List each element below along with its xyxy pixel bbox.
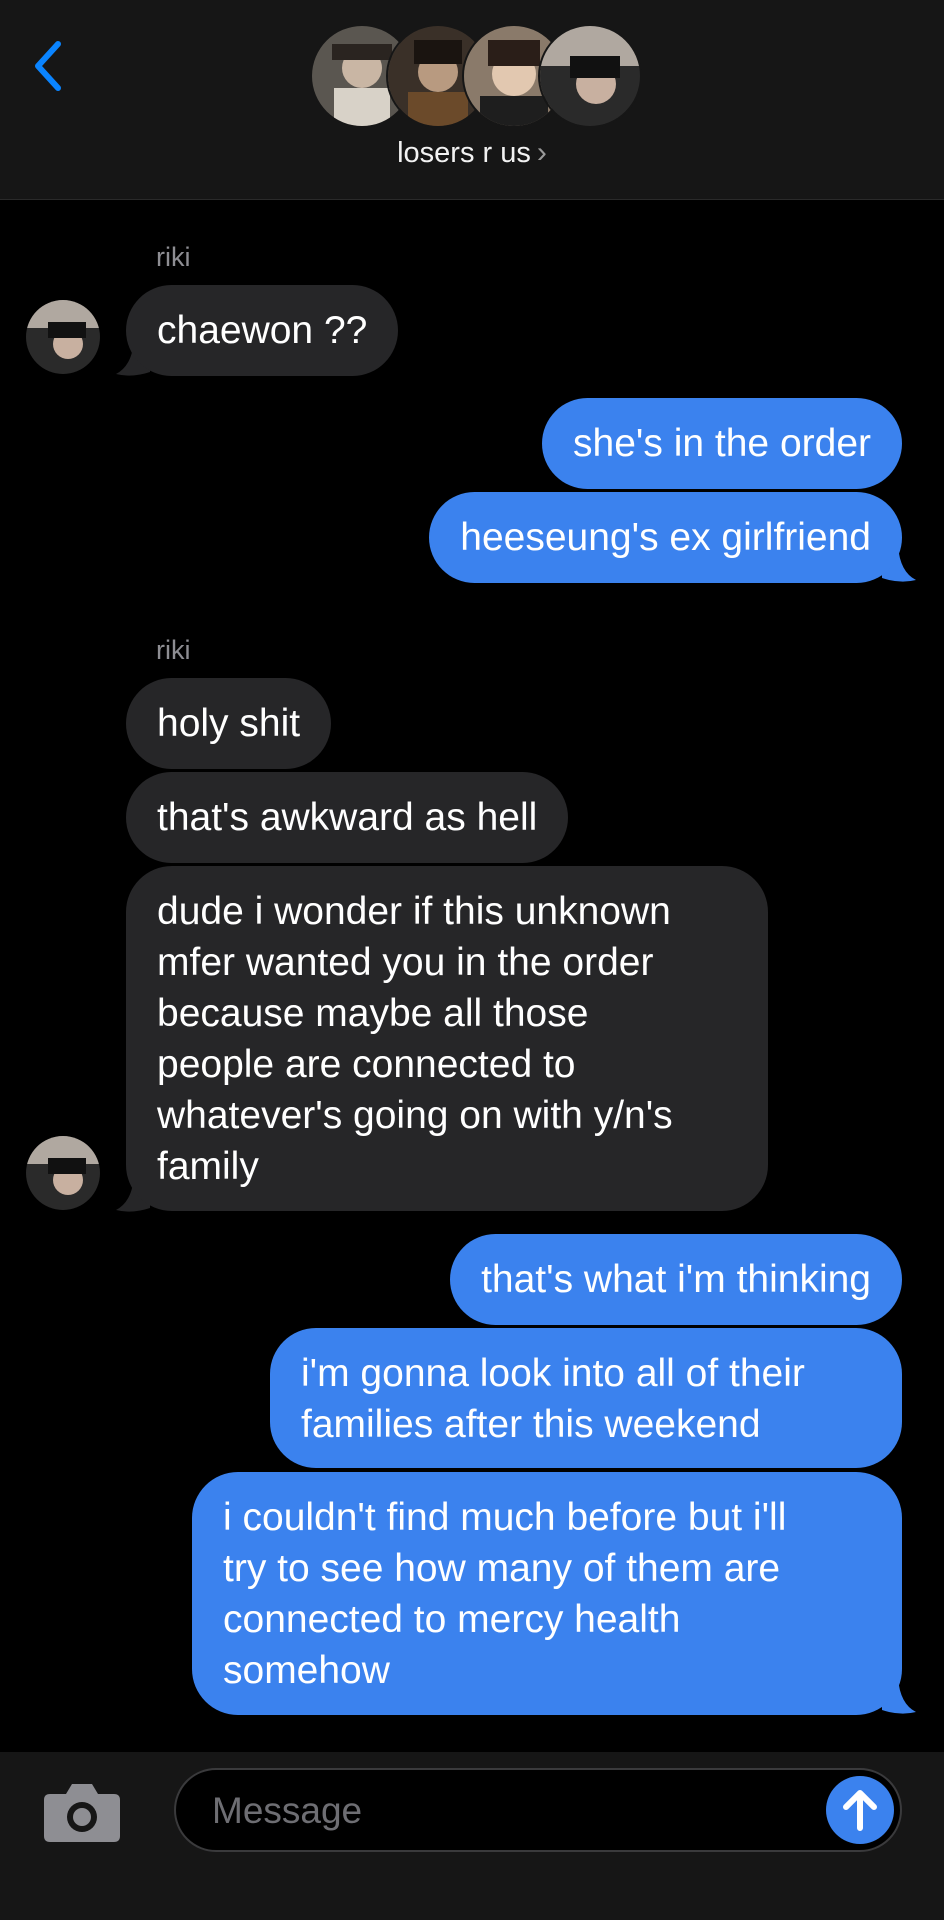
- message-line: mfer wanted you in the order: [157, 941, 654, 984]
- message-bubble-incoming[interactable]: holy shit: [126, 678, 332, 769]
- message-bubble-incoming[interactable]: chaewon ??: [126, 285, 399, 376]
- message-line: because maybe all those: [157, 992, 589, 1035]
- message-text: heeseung's ex girlfriend: [460, 516, 871, 559]
- message-bubble-outgoing[interactable]: she's in the order: [542, 398, 902, 489]
- message-line: people are connected to: [157, 1043, 576, 1086]
- message-text: chaewon ??: [157, 309, 368, 352]
- conversation-header: losers r us ›: [0, 0, 944, 200]
- message-line: somehow: [223, 1649, 390, 1692]
- message-bubble-incoming[interactable]: that's awkward as hell: [126, 772, 569, 863]
- avatar: [538, 24, 642, 128]
- arrow-up-icon: [843, 1790, 877, 1831]
- message-line: families after this weekend: [301, 1403, 761, 1446]
- sender-name: riki: [156, 242, 191, 272]
- camera-button[interactable]: [42, 1780, 122, 1844]
- group-name[interactable]: losers r us ›: [0, 136, 944, 170]
- message-text: holy shit: [157, 702, 301, 745]
- message-line: whatever's going on with y/n's: [157, 1094, 673, 1137]
- message-bubble-outgoing[interactable]: i'm gonna look into all of their familie…: [270, 1328, 902, 1468]
- camera-icon: [44, 1784, 120, 1842]
- avatar: [26, 1136, 100, 1210]
- sender-name: riki: [156, 635, 191, 665]
- message-bubble-incoming[interactable]: dude i wonder if this unknown mfer wante…: [126, 866, 768, 1211]
- back-button[interactable]: [28, 36, 68, 96]
- chevron-left-icon: [35, 41, 61, 91]
- message-text: that's what i'm thinking: [481, 1258, 871, 1301]
- message-input[interactable]: [210, 1784, 774, 1838]
- message-text: that's awkward as hell: [157, 796, 538, 839]
- chevron-right-icon: ›: [536, 136, 547, 169]
- message-line: dude i wonder if this unknown: [157, 890, 671, 933]
- message-bubble-outgoing[interactable]: i couldn't find much before but i'll try…: [192, 1472, 902, 1715]
- message-text: she's in the order: [573, 422, 871, 465]
- composer-bar: [0, 1752, 944, 1920]
- send-button[interactable]: [826, 1776, 894, 1844]
- message-bubble-outgoing[interactable]: heeseung's ex girlfriend: [429, 492, 902, 583]
- message-input-field[interactable]: [174, 1768, 902, 1852]
- message-line: i couldn't find much before but i'll: [223, 1496, 787, 1539]
- group-name-label: losers r us: [397, 137, 531, 169]
- message-line: try to see how many of them are: [223, 1547, 781, 1590]
- group-avatars[interactable]: [310, 24, 642, 128]
- message-bubble-outgoing[interactable]: that's what i'm thinking: [450, 1234, 902, 1325]
- avatar: [26, 300, 100, 374]
- message-line: i'm gonna look into all of their: [301, 1352, 805, 1395]
- message-line: connected to mercy health: [223, 1598, 681, 1641]
- message-line: family: [157, 1145, 259, 1188]
